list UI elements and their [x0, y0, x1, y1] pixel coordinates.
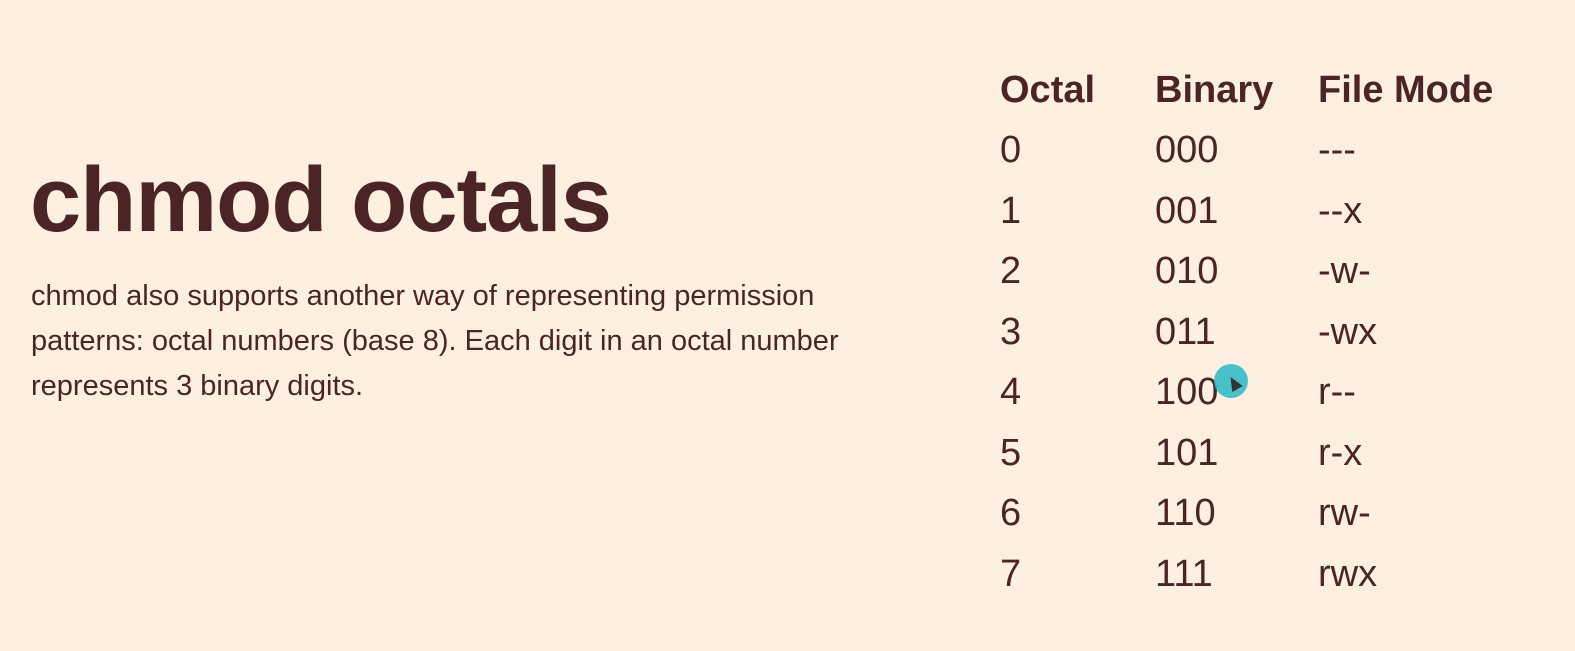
table-header-row: Octal Binary File Mode — [1000, 60, 1493, 121]
octal-cell: 3 — [1000, 310, 1022, 353]
octal-cell: 6 — [1000, 492, 1022, 535]
file-mode-cell: --x — [1318, 189, 1363, 232]
file-mode-cell: rw- — [1318, 492, 1371, 535]
file-mode-cell: -wx — [1318, 310, 1378, 353]
file-mode-cell: r-- — [1318, 371, 1356, 414]
binary-cell: 011 — [1155, 310, 1216, 353]
file-mode-cell: --- — [1318, 129, 1356, 172]
octal-cell: 4 — [1000, 371, 1022, 414]
slide-title: chmod octals — [30, 149, 612, 251]
file-mode-cell: r-x — [1318, 431, 1363, 474]
slide-description: chmod also supports another way of repre… — [31, 280, 839, 402]
binary-cell: 000 — [1155, 129, 1219, 172]
octal-cell: 7 — [1000, 552, 1022, 595]
octal-cell: 5 — [1000, 431, 1022, 474]
header-octal: Octal — [1000, 68, 1096, 111]
binary-cell: 001 — [1155, 189, 1219, 232]
table-row: 1 001 --x — [1000, 181, 1493, 242]
table-row: 6 110 rw- — [1000, 484, 1493, 545]
table-row: 0 000 --- — [1000, 121, 1493, 182]
binary-cell: 010 — [1155, 250, 1219, 293]
file-mode-cell: -w- — [1318, 250, 1371, 293]
octal-cell: 0 — [1000, 129, 1022, 172]
octal-cell: 1 — [1000, 189, 1022, 232]
table-row: 4 100 r-- — [1000, 363, 1493, 424]
header-file-mode: File Mode — [1318, 68, 1494, 111]
binary-cell: 111 — [1155, 552, 1213, 595]
header-binary: Binary — [1155, 68, 1274, 111]
table-row: 7 111 rwx — [1000, 544, 1493, 605]
octal-table: Octal Binary File Mode 0 000 --- 1 001 --x 2 01… — [1000, 60, 1493, 605]
binary-cell: 110 — [1155, 492, 1216, 535]
table-row: 3 011 -wx — [1000, 302, 1493, 363]
binary-cell: 101 — [1155, 431, 1219, 474]
file-mode-cell: rwx — [1318, 552, 1378, 595]
octal-cell: 2 — [1000, 250, 1022, 293]
table-row: 2 010 -w- — [1000, 242, 1493, 303]
table-row: 5 101 r-x — [1000, 423, 1493, 484]
